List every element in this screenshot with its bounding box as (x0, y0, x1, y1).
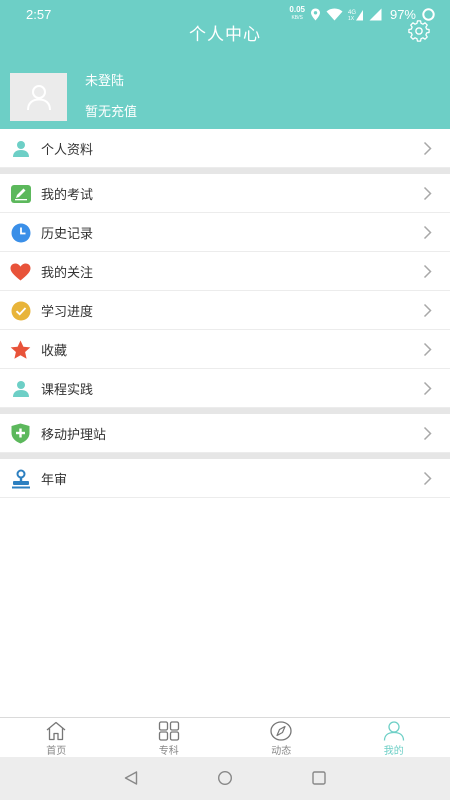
header: 2:57 0.05 KB/S 4G 1X 97% 个人中心 未登陆 暂无充值 (0, 0, 450, 129)
battery-icon (422, 7, 435, 21)
chevron-right-icon (423, 186, 432, 201)
menu-item-study-progress[interactable]: 学习进度 (0, 291, 450, 330)
heart-icon (10, 261, 31, 282)
chevron-right-icon (423, 342, 432, 357)
chevron-right-icon (423, 225, 432, 240)
person-icon (10, 378, 31, 399)
tab-mine[interactable]: 我的 (338, 718, 450, 757)
system-navigation-bar (0, 757, 450, 800)
profile-section: 未登陆 暂无充值 (10, 73, 137, 123)
pencil-icon (10, 183, 31, 204)
menu-label: 历史记录 (41, 226, 94, 242)
menu-item-course-practice[interactable]: 课程实践 (0, 369, 450, 408)
tab-home[interactable]: 首页 (0, 718, 113, 757)
check-circle-icon (10, 300, 31, 321)
tab-news[interactable]: 动态 (225, 718, 338, 757)
signal-icon (369, 8, 382, 20)
chevron-right-icon (423, 303, 432, 318)
menu-label: 课程实践 (41, 382, 94, 398)
person-icon (10, 138, 31, 159)
tab-label: 动态 (271, 746, 292, 757)
menu-label: 我的关注 (41, 265, 94, 281)
menu-list: 个人资料 我的考试 历史记录 我的关注 学习进度 收藏 课程实践 移动护理站 年… (0, 129, 450, 498)
menu-label: 学习进度 (41, 304, 94, 320)
wifi-icon (326, 8, 343, 20)
back-triangle-icon[interactable] (123, 770, 139, 786)
location-icon (310, 8, 320, 20)
gear-icon[interactable] (408, 20, 430, 42)
chevron-right-icon (423, 264, 432, 279)
chevron-right-icon (423, 426, 432, 441)
chevron-right-icon (423, 141, 432, 156)
menu-label: 我的考试 (41, 187, 94, 203)
shield-plus-icon (10, 423, 31, 444)
avatar[interactable] (10, 73, 67, 121)
signal-4g-icon: 4G 1X (348, 9, 363, 21)
recents-square-icon[interactable] (311, 770, 327, 786)
clock-icon (10, 222, 31, 243)
menu-item-my-exams[interactable]: 我的考试 (0, 174, 450, 213)
menu-item-annual-review[interactable]: 年审 (0, 459, 450, 498)
menu-label: 年审 (41, 472, 68, 488)
tab-label: 我的 (383, 746, 404, 757)
page-title: 个人中心 (189, 25, 261, 45)
net-speed-value: 0.05 (289, 5, 305, 14)
menu-label: 移动护理站 (41, 427, 107, 443)
home-icon (46, 721, 66, 741)
compass-icon (270, 721, 292, 741)
menu-item-history[interactable]: 历史记录 (0, 213, 450, 252)
user-avatar-icon (26, 85, 51, 111)
menu-item-personal-info[interactable]: 个人资料 (0, 129, 450, 168)
menu-label: 个人资料 (41, 142, 94, 158)
menu-item-mobile-nursing[interactable]: 移动护理站 (0, 414, 450, 453)
home-circle-icon[interactable] (217, 770, 233, 786)
stamp-icon (10, 468, 31, 489)
chevron-right-icon (423, 381, 432, 396)
star-icon (10, 339, 31, 360)
recharge-status: 暂无充值 (85, 105, 138, 120)
tab-specialty[interactable]: 专科 (113, 718, 226, 757)
login-status[interactable]: 未登陆 (85, 74, 137, 90)
menu-item-my-follows[interactable]: 我的关注 (0, 252, 450, 291)
menu-item-favorites[interactable]: 收藏 (0, 330, 450, 369)
chevron-right-icon (423, 471, 432, 486)
tab-label: 首页 (46, 746, 67, 757)
menu-label: 收藏 (41, 343, 68, 359)
bottom-tab-bar: 首页 专科 动态 我的 (0, 717, 450, 757)
screen: 2:57 0.05 KB/S 4G 1X 97% 个人中心 未登陆 暂无充值 个… (0, 0, 450, 800)
user-icon (383, 721, 404, 741)
grid-icon (158, 721, 179, 741)
tab-label: 专科 (158, 746, 179, 757)
profile-text: 未登陆 暂无充值 (85, 73, 137, 121)
